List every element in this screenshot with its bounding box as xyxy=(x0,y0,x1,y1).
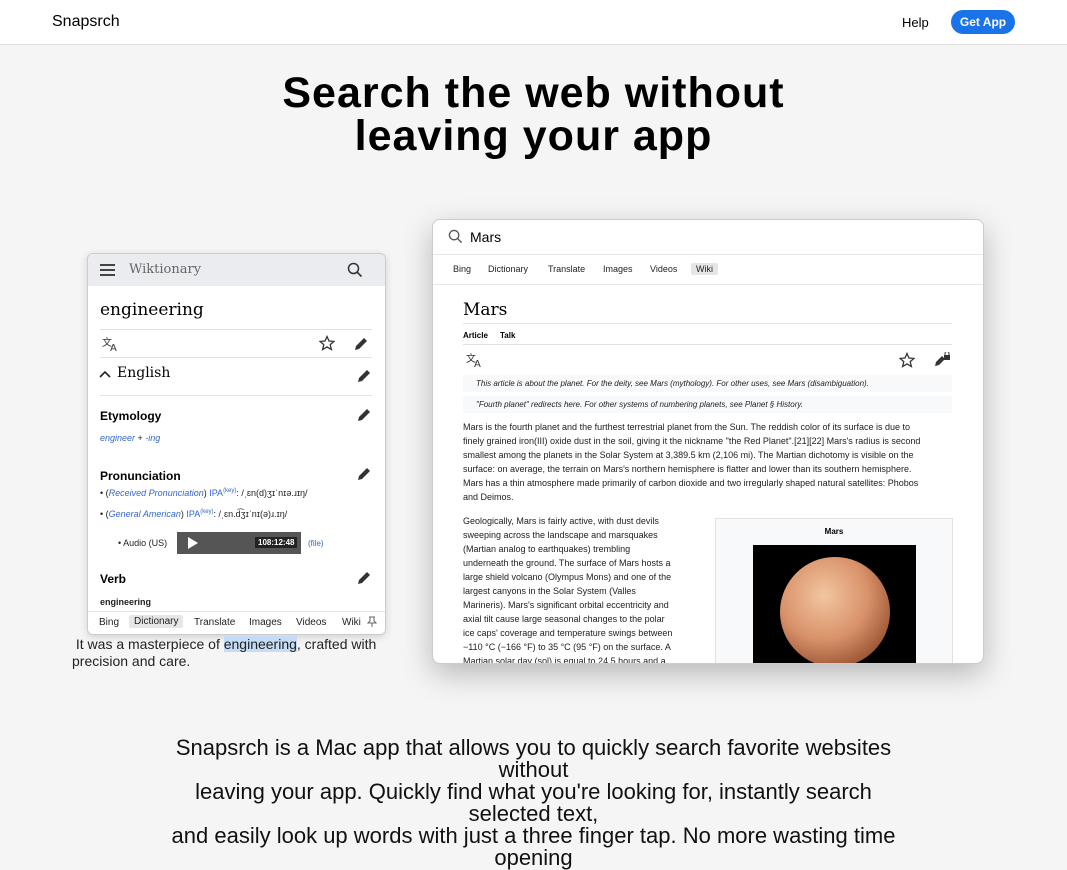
search-bar: Mars xyxy=(433,220,983,255)
audio-player[interactable]: 108:12:48 xyxy=(177,532,301,554)
tab-wiki[interactable]: Wiki xyxy=(342,617,361,628)
tab-dictionary[interactable]: Dictionary xyxy=(488,264,528,274)
pencil-icon[interactable] xyxy=(356,466,372,482)
pronunciation-ga: • (General American) IPA(key): /ˌɛn.d͡ʒɪ… xyxy=(100,509,288,519)
audio-label: • Audio (US) xyxy=(118,538,168,548)
star-icon[interactable] xyxy=(319,335,335,351)
dictionary-popup: Wiktionary engineering 文A English Etymol… xyxy=(87,253,386,635)
ipa-link[interactable]: IPA xyxy=(209,488,223,498)
menu-icon[interactable] xyxy=(100,264,115,276)
search-icon[interactable] xyxy=(347,262,363,278)
tab-article[interactable]: Article xyxy=(463,331,488,340)
ipa-key-link[interactable]: (key) xyxy=(223,488,236,494)
audio-file-link[interactable]: (file) xyxy=(308,539,324,548)
search-icon xyxy=(448,229,463,244)
source-tab-bar: Bing Dictionary Translate Images Videos … xyxy=(433,254,983,285)
article-title: Mars xyxy=(463,300,508,320)
search-input[interactable]: Mars xyxy=(470,229,501,245)
divider xyxy=(100,395,372,396)
language-heading: English xyxy=(117,365,171,381)
top-nav-bar: Snapsrch Help Get App xyxy=(0,0,1067,45)
hero-heading: Search the web without leaving your app xyxy=(0,72,1067,158)
wiktionary-search-field[interactable]: Wiktionary xyxy=(129,262,201,277)
pronunciation-heading: Pronunciation xyxy=(100,469,181,483)
etymology-heading: Etymology xyxy=(100,409,162,423)
translate-icon[interactable]: 文A xyxy=(102,336,120,352)
pencil-icon[interactable] xyxy=(353,336,369,352)
ipa-key-link[interactable]: (key) xyxy=(200,509,213,515)
svg-text:A: A xyxy=(110,343,117,352)
etymology-link-engineer[interactable]: engineer xyxy=(100,433,135,443)
verb-heading: Verb xyxy=(100,572,127,586)
divider xyxy=(100,357,372,358)
tab-translate[interactable]: Translate xyxy=(194,617,235,628)
tab-talk[interactable]: Talk xyxy=(500,331,515,340)
rp-link[interactable]: Received Pronunciation xyxy=(109,488,204,498)
edit-lock-icon[interactable] xyxy=(933,352,951,368)
divider xyxy=(100,329,372,330)
intro-paragraph: Mars is the fourth planet and the furthe… xyxy=(463,422,921,502)
entry-word: engineering xyxy=(100,300,204,320)
ga-link[interactable]: General American xyxy=(109,509,181,519)
hero-line-2: leaving your app xyxy=(354,112,713,160)
app-description: Snapsrch is a Mac app that allows you to… xyxy=(171,735,896,870)
star-icon[interactable] xyxy=(899,352,915,368)
hatnote-2: "Fourth planet" redirects here. For othe… xyxy=(463,396,952,413)
divider xyxy=(463,344,952,345)
mars-image[interactable] xyxy=(753,545,916,663)
sample-sentence: It was a masterpiece of engineering, cra… xyxy=(72,636,377,669)
tab-images[interactable]: Images xyxy=(249,617,282,628)
divider xyxy=(463,323,952,324)
help-link[interactable]: Help xyxy=(902,15,929,30)
hatnote-1: This article is about the planet. For th… xyxy=(463,375,952,392)
tab-videos[interactable]: Videos xyxy=(650,264,677,274)
tab-bing[interactable]: Bing xyxy=(453,264,471,274)
tab-videos[interactable]: Videos xyxy=(296,617,326,628)
search-window: Mars Bing Dictionary Translate Images Vi… xyxy=(432,219,984,664)
geology-paragraph: Geologically, Mars is fairly active, wit… xyxy=(463,516,673,664)
tab-translate[interactable]: Translate xyxy=(548,264,585,274)
pronunciation-rp: • (Received Pronunciation) IPA(key): /ˌɛ… xyxy=(100,488,308,498)
pencil-icon[interactable] xyxy=(356,407,372,423)
phone-tab-bar: Bing Dictionary Translate Images Videos … xyxy=(88,611,385,634)
etymology-link-ing[interactable]: -ing xyxy=(145,433,160,443)
play-icon[interactable] xyxy=(187,536,199,550)
translate-icon[interactable]: 文A xyxy=(466,352,484,368)
tab-dictionary[interactable]: Dictionary xyxy=(129,615,184,628)
tab-images[interactable]: Images xyxy=(603,264,633,274)
etymology-text: engineer + -ing xyxy=(100,433,161,443)
pencil-icon[interactable] xyxy=(356,368,372,384)
svg-text:A: A xyxy=(474,359,481,368)
pin-icon[interactable] xyxy=(367,616,377,628)
tab-bing[interactable]: Bing xyxy=(99,617,119,628)
selected-word[interactable]: engineering xyxy=(223,636,297,652)
ipa-link[interactable]: IPA xyxy=(186,509,200,519)
tab-wiki[interactable]: Wiki xyxy=(691,263,718,275)
hero-line-1: Search the web without xyxy=(282,69,785,117)
brand-logo[interactable]: Snapsrch xyxy=(52,13,120,31)
chevron-up-icon[interactable] xyxy=(99,369,111,379)
pencil-icon[interactable] xyxy=(356,570,372,586)
audio-time: 108:12:48 xyxy=(255,537,298,548)
mars-planet xyxy=(780,557,890,663)
wiktionary-header: Wiktionary xyxy=(88,254,385,286)
infobox-title: Mars xyxy=(824,527,844,536)
verb-word: engineering xyxy=(100,597,152,607)
get-app-button[interactable]: Get App xyxy=(951,10,1015,34)
infobox: Mars xyxy=(715,518,953,663)
